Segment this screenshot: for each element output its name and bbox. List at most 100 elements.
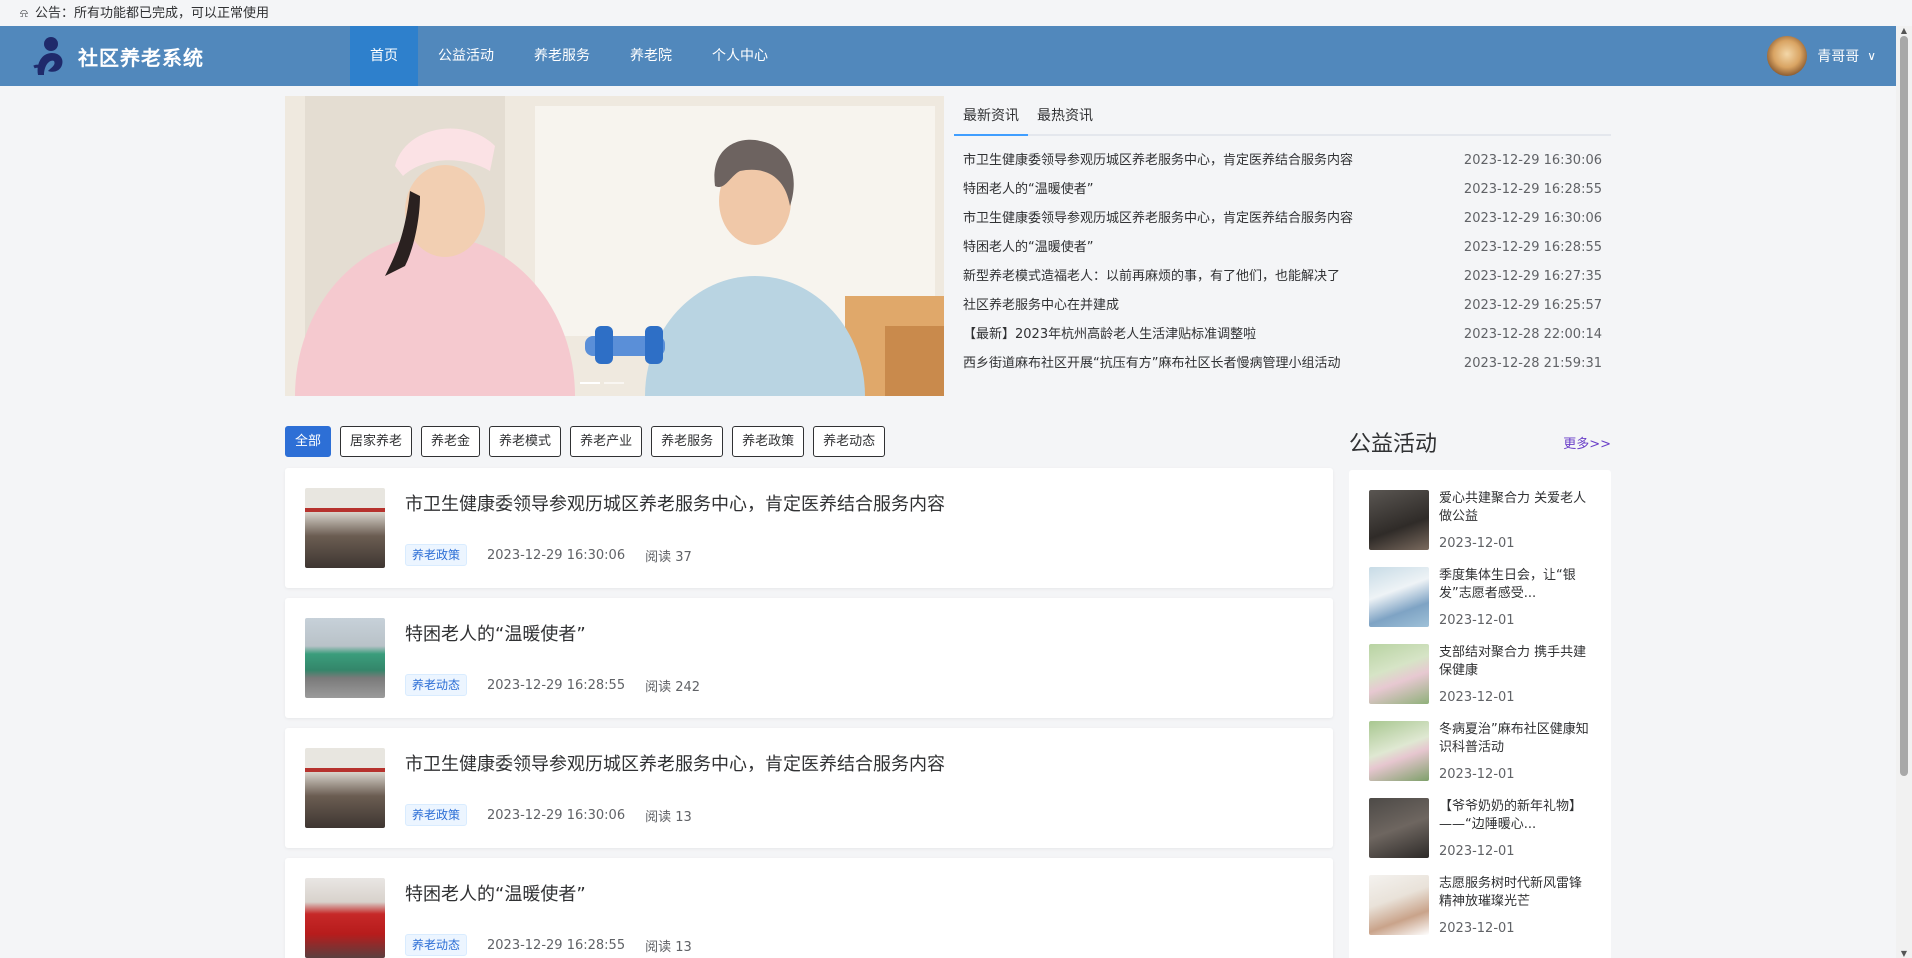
- hero-section: 最新资讯 最热资讯 市卫生健康委领导参观历城区养老服务中心，肯定医养结合服务内容…: [285, 96, 1611, 396]
- activity-item[interactable]: 冬病夏治”麻布社区健康知识科普活动 2023-12-01: [1369, 721, 1591, 782]
- content-container: 最新资讯 最热资讯 市卫生健康委领导参观历城区养老服务中心，肯定医养结合服务内容…: [285, 96, 1611, 958]
- nav-home[interactable]: 首页: [350, 26, 418, 86]
- page-scrollbar[interactable]: ▲ ▼: [1896, 26, 1912, 958]
- news-title[interactable]: 【最新】2023年杭州高龄老人生活津贴标准调整啦: [963, 320, 1463, 349]
- activity-thumbnail[interactable]: [1369, 875, 1429, 935]
- nav-profile[interactable]: 个人中心: [692, 26, 788, 86]
- logo[interactable]: 社区养老系统: [30, 35, 350, 77]
- news-date: 2023-12-29 16:28:55: [1463, 240, 1602, 255]
- filter-pension[interactable]: 养老金: [421, 426, 481, 457]
- activity-date: 2023-12-01: [1439, 767, 1515, 782]
- news-date: 2023-12-28 22:00:14: [1463, 327, 1602, 342]
- news-title[interactable]: 市卫生健康委领导参观历城区养老服务中心，肯定医养结合服务内容: [963, 146, 1463, 175]
- news-title[interactable]: 市卫生健康委领导参观历城区养老服务中心，肯定医养结合服务内容: [963, 204, 1463, 233]
- banner-carousel[interactable]: [285, 96, 944, 396]
- article-body: 市卫生健康委领导参观历城区养老服务中心，肯定医养结合服务内容 养老政策 2023…: [405, 748, 945, 828]
- bell-icon: ⍾: [20, 6, 28, 20]
- read-count: 阅读 242: [645, 679, 701, 695]
- category-tag: 养老动态: [405, 934, 468, 956]
- category-tag: 养老动态: [405, 674, 468, 696]
- article-title[interactable]: 特困老人的“温暖使者”: [405, 880, 692, 906]
- activity-item[interactable]: 【爷爷奶奶的新年礼物】——“边陲暖心... 2023-12-01: [1369, 798, 1591, 859]
- avatar[interactable]: [1767, 36, 1808, 76]
- article-time: 2023-12-29 16:28:55: [487, 677, 626, 693]
- filter-policy[interactable]: 养老政策: [732, 426, 805, 457]
- filter-home-care[interactable]: 居家养老: [340, 426, 413, 457]
- tab-hot-news[interactable]: 最热资讯: [1028, 96, 1102, 134]
- activity-title[interactable]: 志愿服务树时代新风雷锋精神放璀璨光芒: [1439, 875, 1589, 911]
- activity-item[interactable]: 志愿服务树时代新风雷锋精神放璀璨光芒 2023-12-01: [1369, 875, 1591, 936]
- lower-section: 全部 居家养老 养老金 养老模式 养老产业 养老服务 养老政策 养老动态 市卫生…: [285, 426, 1611, 958]
- filter-industry[interactable]: 养老产业: [570, 426, 643, 457]
- activity-thumbnail[interactable]: [1369, 644, 1429, 704]
- activity-thumbnail[interactable]: [1369, 567, 1429, 627]
- activity-item[interactable]: 季度集体生日会，让“银发”志愿者感受... 2023-12-01: [1369, 567, 1591, 628]
- activity-date: 2023-12-01: [1439, 690, 1515, 705]
- activity-thumbnail[interactable]: [1369, 721, 1429, 781]
- news-title[interactable]: 社区养老服务中心在并建成: [963, 291, 1463, 320]
- activity-item[interactable]: 支部结对聚合力 携手共建保健康 2023-12-01: [1369, 644, 1591, 705]
- activity-item[interactable]: 爱心共建聚合力 关爱老人做公益 2023-12-01: [1369, 490, 1591, 551]
- news-title[interactable]: 新型养老模式造福老人：以前再麻烦的事，有了他们，也能解决了: [963, 262, 1463, 291]
- filter-all[interactable]: 全部: [285, 426, 332, 457]
- news-date: 2023-12-29 16:30:06: [1463, 153, 1602, 168]
- activity-title[interactable]: 支部结对聚合力 携手共建保健康: [1439, 644, 1589, 680]
- article-title[interactable]: 市卫生健康委领导参观历城区养老服务中心，肯定医养结合服务内容: [405, 750, 945, 776]
- user-menu[interactable]: 青哥哥 ∨: [1767, 36, 1876, 76]
- tab-latest-news[interactable]: 最新资讯: [954, 96, 1028, 136]
- activity-info: 支部结对聚合力 携手共建保健康 2023-12-01: [1439, 644, 1589, 705]
- article-card[interactable]: 市卫生健康委领导参观历城区养老服务中心，肯定医养结合服务内容 养老政策 2023…: [285, 728, 1333, 848]
- article-thumbnail[interactable]: [305, 618, 385, 698]
- activity-title[interactable]: 爱心共建聚合力 关爱老人做公益: [1439, 490, 1589, 526]
- article-time: 2023-12-29 16:28:55: [487, 937, 626, 953]
- news-panel: 最新资讯 最热资讯 市卫生健康委领导参观历城区养老服务中心，肯定医养结合服务内容…: [954, 96, 1611, 396]
- article-time: 2023-12-29 16:30:06: [487, 547, 626, 563]
- announcement-bar: ⍾ 公告：所有功能都已完成，可以正常使用: [0, 0, 1912, 26]
- article-meta: 养老政策 2023-12-29 16:30:06 阅读 37: [405, 544, 945, 566]
- nav-elderly-service[interactable]: 养老服务: [514, 26, 610, 86]
- news-date: 2023-12-29 16:25:57: [1463, 298, 1602, 313]
- article-thumbnail[interactable]: [305, 488, 385, 568]
- article-meta: 养老动态 2023-12-29 16:28:55 阅读 13: [405, 934, 692, 956]
- news-item: 西乡街道麻布社区开展“抗压有方”麻布社区长者慢病管理小组活动 2023-12-28…: [963, 349, 1602, 378]
- carousel-dot[interactable]: [580, 382, 600, 384]
- article-title[interactable]: 特困老人的“温暖使者”: [405, 620, 700, 646]
- news-date: 2023-12-29 16:28:55: [1463, 182, 1602, 197]
- scroll-up-icon[interactable]: ▲: [1899, 26, 1909, 35]
- carousel-indicators[interactable]: [580, 382, 624, 384]
- announcement-text: 公告：所有功能都已完成，可以正常使用: [35, 6, 270, 21]
- username: 青哥哥: [1817, 49, 1860, 65]
- news-title[interactable]: 特困老人的“温暖使者”: [963, 175, 1463, 204]
- activity-info: 【爷爷奶奶的新年礼物】——“边陲暖心... 2023-12-01: [1439, 798, 1589, 859]
- activity-title[interactable]: 【爷爷奶奶的新年礼物】——“边陲暖心...: [1439, 798, 1589, 834]
- activity-thumbnail[interactable]: [1369, 798, 1429, 858]
- nav-charity[interactable]: 公益活动: [418, 26, 514, 86]
- activity-info: 冬病夏治”麻布社区健康知识科普活动 2023-12-01: [1439, 721, 1589, 782]
- article-card[interactable]: 市卫生健康委领导参观历城区养老服务中心，肯定医养结合服务内容 养老政策 2023…: [285, 468, 1333, 588]
- article-thumbnail[interactable]: [305, 748, 385, 828]
- nav-nursing-home[interactable]: 养老院: [610, 26, 692, 86]
- article-thumbnail[interactable]: [305, 878, 385, 958]
- news-date: 2023-12-29 16:27:35: [1463, 269, 1602, 284]
- article-body: 特困老人的“温暖使者” 养老动态 2023-12-29 16:28:55 阅读 …: [405, 618, 700, 698]
- carousel-dot[interactable]: [604, 382, 624, 384]
- activity-thumbnail[interactable]: [1369, 490, 1429, 550]
- more-link[interactable]: 更多>>: [1563, 433, 1611, 452]
- scroll-down-icon[interactable]: ▼: [1899, 949, 1909, 958]
- news-item: 【最新】2023年杭州高龄老人生活津贴标准调整啦 2023-12-28 22:00…: [963, 320, 1602, 349]
- news-title[interactable]: 特困老人的“温暖使者”: [963, 233, 1463, 262]
- filter-news[interactable]: 养老动态: [813, 426, 886, 457]
- news-item: 特困老人的“温暖使者” 2023-12-29 16:28:55: [963, 233, 1602, 262]
- scroll-thumb[interactable]: [1900, 36, 1908, 776]
- article-card[interactable]: 特困老人的“温暖使者” 养老动态 2023-12-29 16:28:55 阅读 …: [285, 858, 1333, 958]
- elderly-person-icon: [33, 37, 63, 75]
- sidebar-header: 公益活动 更多>>: [1349, 426, 1611, 458]
- activity-title[interactable]: 冬病夏治”麻布社区健康知识科普活动: [1439, 721, 1589, 757]
- article-title[interactable]: 市卫生健康委领导参观历城区养老服务中心，肯定医养结合服务内容: [405, 490, 945, 516]
- article-feed: 全部 居家养老 养老金 养老模式 养老产业 养老服务 养老政策 养老动态 市卫生…: [285, 426, 1333, 958]
- filter-service[interactable]: 养老服务: [651, 426, 724, 457]
- news-title[interactable]: 西乡街道麻布社区开展“抗压有方”麻布社区长者慢病管理小组活动: [963, 349, 1463, 378]
- activity-title[interactable]: 季度集体生日会，让“银发”志愿者感受...: [1439, 567, 1589, 603]
- article-card[interactable]: 特困老人的“温暖使者” 养老动态 2023-12-29 16:28:55 阅读 …: [285, 598, 1333, 718]
- filter-care-model[interactable]: 养老模式: [489, 426, 562, 457]
